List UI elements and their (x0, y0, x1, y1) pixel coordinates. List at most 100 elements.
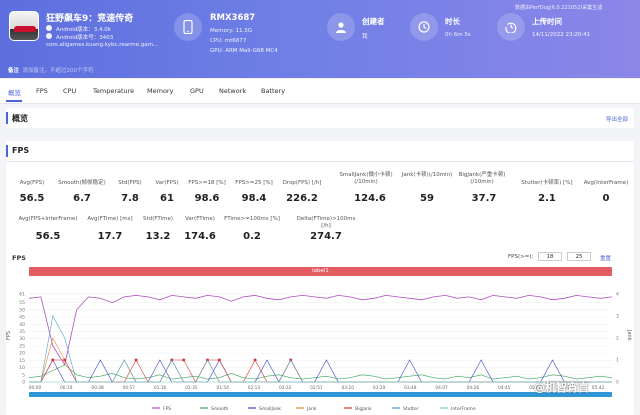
y-tick-label: 15 (19, 358, 25, 364)
chart-title: FPS (12, 254, 26, 262)
y-tick-label: 10 (19, 365, 25, 371)
bigjank-point (63, 358, 67, 362)
history-icon (497, 13, 525, 41)
y-tick-label: 30 (19, 336, 25, 342)
android-version-code: Android版本号：3403 (56, 35, 114, 41)
series-line-smooth (28, 364, 613, 380)
bigjank-point (51, 358, 55, 362)
note-row[interactable]: 备注 添加备注，不超过200个字符 (8, 66, 94, 74)
fps-threshold-label: FPS(>=): (508, 254, 534, 260)
device-name: RMX3687 (210, 13, 256, 23)
note-input[interactable]: 添加备注，不超过200个字符 (23, 68, 94, 74)
watermark: @机智宵言 (534, 381, 589, 394)
tab-cpu[interactable]: CPU (63, 87, 76, 95)
series-line-fps (28, 294, 613, 366)
series-line-stutter (29, 315, 612, 383)
export-all-link[interactable]: 导出全部 (606, 115, 628, 123)
y-tick-label: 40 (19, 322, 25, 328)
y-right-tick-label: 2 (616, 336, 619, 342)
legend-label[interactable]: BigJank (355, 406, 372, 412)
app-title: 狂野飙车9：竞速传奇 (46, 14, 134, 24)
device-cpu: CPU: mt6877 (210, 38, 247, 44)
metric-label: FTime>=100ms [%] (224, 216, 280, 222)
y-axis-label: FPS (6, 331, 12, 340)
user-icon (327, 13, 355, 41)
metric-value: 37.7 (471, 193, 497, 204)
legend-label[interactable]: SmallJank (259, 406, 281, 412)
x-tick-label: 04:45 (498, 385, 511, 391)
metric-value: 59 (420, 193, 434, 204)
tab-battery[interactable]: Battery (261, 87, 285, 95)
tab-temperature[interactable]: Temperature (93, 87, 134, 95)
label-bar[interactable]: label1 (29, 267, 612, 276)
overview-title: 概览 (12, 114, 28, 123)
legend-label[interactable]: FPS (163, 406, 171, 412)
y-right-tick-label: 1 (616, 358, 619, 364)
bigjank-point (217, 358, 221, 362)
metric-label: BigJank(严重卡顿)(/10min) (458, 172, 506, 185)
metric-label: Stutter(卡顿率) [%] (521, 180, 573, 186)
x-tick-label: 05:42 (592, 385, 605, 391)
x-tick-label: 01:54 (216, 385, 229, 391)
section-marker (6, 145, 8, 157)
metric-label: Delta(FTime)>100ms [/h] (296, 216, 356, 229)
metric-value: 56.5 (35, 231, 61, 242)
x-tick-label: 03:29 (373, 385, 386, 391)
tab-fps[interactable]: FPS (36, 87, 48, 95)
fps-section-title: FPS (12, 146, 30, 155)
x-tick-label: 00:00 (29, 385, 42, 391)
metric-label: Jank(卡顿)(/10min) (401, 172, 453, 178)
x-tick-label: 00:38 (91, 385, 104, 391)
metric-value: 274.7 (310, 231, 342, 242)
report-header: 狂野飙车9：竞速传奇 Android版本：3.4.0k Android版本号：3… (0, 0, 640, 78)
reset-button[interactable]: 重置 (600, 254, 611, 262)
x-tick-label: 02:32 (279, 385, 292, 391)
upload-value: 14/11/2022 23:20:41 (532, 32, 591, 38)
y-tick-label: 25 (19, 343, 25, 349)
y-tick-label: 35 (19, 329, 25, 335)
metric-value: 2.1 (538, 193, 556, 204)
x-tick-label: 04:26 (467, 385, 480, 391)
bigjank-point (253, 358, 257, 362)
y-tick-label: 0 (22, 380, 25, 386)
metric-label: Var(FTime) (185, 216, 215, 222)
overview-section: 概览 导出全部 (6, 108, 634, 128)
legend-label[interactable]: Stutter (403, 406, 419, 412)
metric-label: SmallJank(微小卡顿)(/10min) (339, 172, 393, 185)
metric-value: 226.2 (286, 193, 318, 204)
bigjank-point (182, 358, 186, 362)
y-tick-label: 55 (19, 300, 25, 306)
android-icon (46, 33, 52, 39)
tab-gpu[interactable]: GPU (190, 87, 204, 95)
y-tick-label: 50 (19, 307, 25, 313)
section-marker (6, 112, 8, 124)
series-line-smalljank (29, 359, 612, 383)
x-tick-label: 03:48 (404, 385, 417, 391)
fps-threshold-input-1[interactable]: 18 (538, 252, 562, 261)
x-tick-label: 02:51 (310, 385, 323, 391)
legend-label[interactable]: Smooth (211, 406, 229, 412)
fps-threshold-input-2[interactable]: 25 (567, 252, 591, 261)
metric-value: 124.6 (354, 193, 386, 204)
active-tab-indicator (6, 100, 22, 102)
creator-value: 我 (362, 34, 368, 40)
tab-memory[interactable]: Memory (147, 87, 173, 95)
android-icon (46, 25, 52, 31)
x-tick-label: 02:13 (248, 385, 261, 391)
tab-overview[interactable]: 概览 (8, 87, 21, 97)
divider (6, 161, 634, 162)
app-package: com.aligames.kuang.kybc.rearme.gam... (46, 42, 159, 48)
tab-network[interactable]: Network (219, 87, 246, 95)
y-tick-label: 61 (19, 292, 25, 298)
y-right-tick-label: 0 (616, 380, 619, 386)
phone-icon (174, 13, 202, 41)
brand-note: 数据由PerfDog(6.0.221052)采集生成 (515, 5, 603, 11)
legend-label[interactable]: Jank (306, 406, 317, 412)
legend-label[interactable]: InterFrame (451, 406, 476, 412)
range-slider[interactable] (29, 392, 612, 397)
y-right-tick-label: 4 (616, 292, 619, 298)
y-right-tick-label: 3 (616, 314, 619, 320)
metric-value: 0 (602, 193, 610, 204)
section-tabs: 概览 FPS CPU Temperature Memory GPU Networ… (0, 79, 640, 104)
bigjank-point (134, 358, 138, 362)
